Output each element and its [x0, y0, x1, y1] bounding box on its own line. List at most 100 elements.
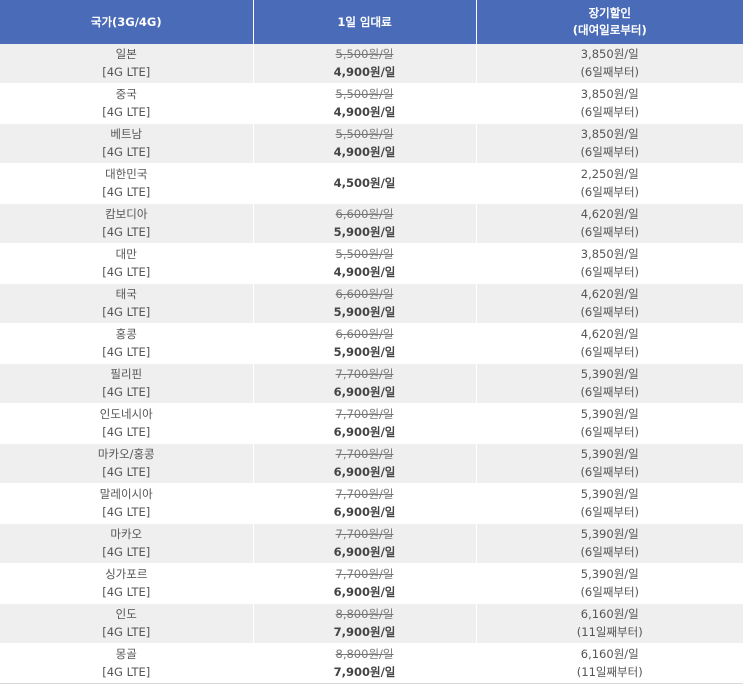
original-price: 8,800원/일: [335, 607, 394, 621]
original-price: 7,700원/일: [335, 487, 394, 501]
discount-price: 3,850원/일: [580, 127, 639, 141]
original-price: 7,700원/일: [335, 447, 394, 461]
long-term-discount-cell: 3,850원/일 (6일째부터): [476, 123, 743, 164]
long-term-discount-cell: 3,850원/일 (6일째부터): [476, 83, 743, 124]
country-name: 인도: [115, 607, 137, 621]
daily-rate-cell: 4,500원/일: [253, 163, 477, 204]
sale-price: 6,900원/일: [333, 464, 396, 479]
network-type: [4G LTE]: [102, 584, 151, 599]
network-type: [4G LTE]: [102, 624, 151, 639]
country-name: 일본: [115, 47, 137, 61]
network-type: [4G LTE]: [102, 304, 151, 319]
discount-price: 5,390원/일: [580, 527, 639, 541]
country-name: 싱가포르: [105, 567, 148, 581]
discount-condition: (6일째부터): [580, 384, 640, 399]
country-name: 필리핀: [110, 367, 143, 381]
original-price: 5,500원/일: [335, 87, 394, 101]
discount-condition: (6일째부터): [580, 344, 640, 359]
daily-rate-cell: 6,600원/일 5,900원/일: [253, 323, 477, 364]
discount-condition: (6일째부터): [580, 144, 640, 159]
country-cell: 말레이시아 [4G LTE]: [0, 483, 254, 524]
sale-price: 6,900원/일: [333, 584, 396, 599]
discount-condition: (6일째부터): [580, 544, 640, 559]
daily-rate-cell: 8,800원/일 7,900원/일: [253, 643, 477, 684]
discount-condition: (6일째부터): [580, 504, 640, 519]
table-row: 필리핀 [4G LTE] 7,700원/일 6,900원/일 5,390원/일 (6일째부…: [0, 363, 743, 404]
original-price: 7,700원/일: [335, 407, 394, 421]
original-price: 6,600원/일: [335, 327, 394, 341]
table-row: 일본 [4G LTE] 5,500원/일 4,900원/일 3,850원/일 (6일째부터…: [0, 44, 743, 84]
daily-rate-cell: 8,800원/일 7,900원/일: [253, 603, 477, 644]
discount-condition: (6일째부터): [580, 424, 640, 439]
country-cell: 몽골 [4G LTE]: [0, 643, 254, 684]
country-cell: 대한민국 [4G LTE]: [0, 163, 254, 204]
sale-price: 5,900원/일: [333, 344, 396, 359]
discount-price: 5,390원/일: [580, 407, 639, 421]
original-price: 8,800원/일: [335, 647, 394, 661]
long-term-discount-cell: 5,390원/일 (6일째부터): [476, 403, 743, 444]
long-term-discount-cell: 6,160원/일 (11일째부터): [476, 603, 743, 644]
daily-rate-cell: 5,500원/일 4,900원/일: [253, 123, 477, 164]
original-price: 7,700원/일: [335, 527, 394, 541]
country-name: 중국: [115, 87, 137, 101]
long-term-discount-cell: 5,390원/일 (6일째부터): [476, 443, 743, 484]
table-row: 말레이시아 [4G LTE] 7,700원/일 6,900원/일 5,390원/일 (6일…: [0, 483, 743, 524]
daily-rate-cell: 7,700원/일 6,900원/일: [253, 363, 477, 404]
daily-rate-cell: 7,700원/일 6,900원/일: [253, 403, 477, 444]
sale-price: 6,900원/일: [333, 384, 396, 399]
discount-price: 3,850원/일: [580, 47, 639, 61]
country-name: 마카오: [110, 527, 143, 541]
discount-price: 5,390원/일: [580, 367, 639, 381]
discount-price: 4,620원/일: [580, 327, 639, 341]
rental-price-table: 국가(3G/4G) 1일 임대료 장기할인 (대여일로부터) 일본 [4G LTE…: [0, 0, 743, 684]
original-price: 5,500원/일: [335, 247, 394, 261]
sale-price: 7,900원/일: [333, 664, 396, 679]
discount-condition: (6일째부터): [580, 584, 640, 599]
long-term-discount-cell: 5,390원/일 (6일째부터): [476, 563, 743, 604]
discount-condition: (11일째부터): [576, 664, 643, 679]
daily-rate-cell: 7,700원/일 6,900원/일: [253, 483, 477, 524]
table-row: 대만 [4G LTE] 5,500원/일 4,900원/일 3,850원/일 (6일째부터…: [0, 243, 743, 284]
country-name: 마카오/홍콩: [97, 447, 155, 461]
daily-rate-cell: 5,500원/일 4,900원/일: [253, 83, 477, 124]
country-cell: 싱가포르 [4G LTE]: [0, 563, 254, 604]
country-cell: 태국 [4G LTE]: [0, 283, 254, 324]
network-type: [4G LTE]: [102, 544, 151, 559]
country-cell: 마카오/홍콩 [4G LTE]: [0, 443, 254, 484]
original-price: 6,600원/일: [335, 287, 394, 301]
network-type: [4G LTE]: [102, 184, 151, 199]
discount-condition: (6일째부터): [580, 64, 640, 79]
original-price: 5,500원/일: [335, 47, 394, 61]
network-type: [4G LTE]: [102, 464, 151, 479]
sale-price: 7,900원/일: [333, 624, 396, 639]
network-type: [4G LTE]: [102, 64, 151, 79]
long-term-discount-cell: 3,850원/일 (6일째부터): [476, 243, 743, 284]
daily-rate-cell: 7,700원/일 6,900원/일: [253, 563, 477, 604]
original-price: 5,500원/일: [335, 127, 394, 141]
discount-price: 5,390원/일: [580, 567, 639, 581]
country-name: 캄보디아: [105, 207, 148, 221]
discount-price: 3,850원/일: [580, 87, 639, 101]
table-row: 태국 [4G LTE] 6,600원/일 5,900원/일 4,620원/일 (6일째부터…: [0, 283, 743, 324]
sale-price: 4,900원/일: [333, 104, 396, 119]
long-term-discount-cell: 4,620원/일 (6일째부터): [476, 203, 743, 244]
original-price: 7,700원/일: [335, 567, 394, 581]
table-body: 일본 [4G LTE] 5,500원/일 4,900원/일 3,850원/일 (6일째부터…: [0, 44, 743, 684]
discount-condition: (6일째부터): [580, 224, 640, 239]
country-cell: 대만 [4G LTE]: [0, 243, 254, 284]
table-row: 대한민국 [4G LTE] 4,500원/일 2,250원/일 (6일째부터): [0, 163, 743, 204]
table-row: 싱가포르 [4G LTE] 7,700원/일 6,900원/일 5,390원/일 (6일째…: [0, 563, 743, 604]
daily-rate-cell: 5,500원/일 4,900원/일: [253, 243, 477, 284]
daily-rate-cell: 5,500원/일 4,900원/일: [253, 44, 477, 84]
header-long-term-title: 장기할인: [588, 6, 631, 20]
discount-price: 2,250원/일: [580, 167, 639, 181]
long-term-discount-cell: 5,390원/일 (6일째부터): [476, 363, 743, 404]
network-type: [4G LTE]: [102, 264, 151, 279]
country-name: 말레이시아: [99, 487, 153, 501]
sale-price: 6,900원/일: [333, 544, 396, 559]
header-row: 국가(3G/4G) 1일 임대료 장기할인 (대여일로부터): [0, 0, 743, 44]
discount-condition: (6일째부터): [580, 184, 640, 199]
network-type: [4G LTE]: [102, 664, 151, 679]
daily-rate-cell: 6,600원/일 5,900원/일: [253, 283, 477, 324]
header-daily-rate: 1일 임대료: [253, 0, 477, 44]
